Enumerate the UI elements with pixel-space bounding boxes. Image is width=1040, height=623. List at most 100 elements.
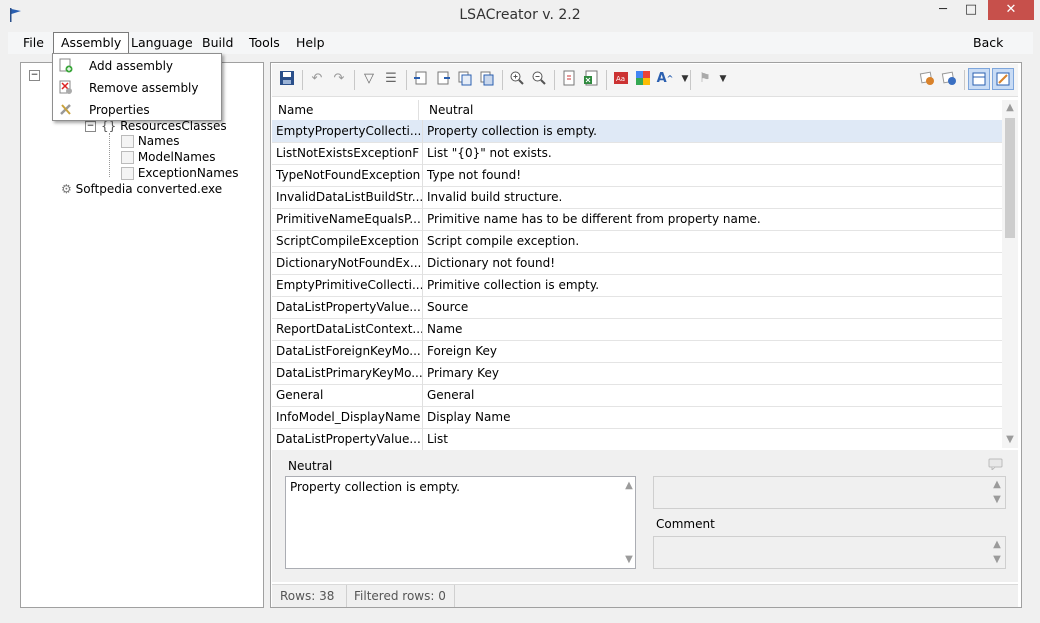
tree-node-label: Softpedia converted.exe [75, 182, 223, 196]
font-dictionary-icon[interactable]: Aa [612, 70, 630, 88]
translation-text-area[interactable] [653, 476, 1006, 509]
resource-file-icon [121, 135, 134, 148]
table-row[interactable]: InvalidDataListBuildStr... Invalid build … [272, 186, 1002, 209]
comment-icon[interactable] [988, 458, 1004, 472]
scroll-up-icon[interactable]: ▲ [1003, 102, 1017, 113]
tree-node-exceptionnames[interactable]: ExceptionNames [121, 165, 239, 181]
table-row[interactable]: TypeNotFoundException Type not found! [272, 164, 1002, 187]
filter-icon[interactable]: ▽ [360, 70, 378, 88]
resource-file-icon [121, 151, 134, 164]
table-row[interactable]: DictionaryNotFoundEx... Dictionary not fo… [272, 252, 1002, 275]
braces-icon: {} [101, 119, 117, 133]
tree-node-label: Names [137, 134, 180, 148]
toolbar: ↶ ↷ ▽ ☰ Aa A^ ▼ ⚑ ▼ [272, 64, 1018, 97]
menu-tools[interactable]: Tools [242, 32, 287, 54]
window-title: LSACreator v. 2.2 [459, 7, 581, 23]
scroll-down-icon[interactable]: ▼ [1003, 434, 1017, 445]
neutral-label: Neutral [288, 459, 333, 473]
remove-language-icon[interactable] [940, 70, 958, 88]
table-row[interactable]: ListNotExistsExceptionF List "{0}" not ex… [272, 142, 1002, 165]
import-icon[interactable] [560, 70, 578, 88]
append-row-icon[interactable] [434, 70, 452, 88]
minimize-button[interactable]: ─ [930, 0, 956, 20]
excel-export-icon[interactable] [582, 70, 600, 88]
menu-language[interactable]: Language [124, 32, 200, 54]
resource-grid[interactable]: Name Neutral EmptyPropertyCollecti... Pro… [272, 100, 1018, 450]
menu-item-remove-assembly[interactable]: Remove assembly [55, 77, 219, 99]
scrollbar-thumb[interactable] [1005, 118, 1015, 238]
add-assembly-icon [59, 58, 73, 73]
chevron-down-icon[interactable]: ▼ [676, 70, 694, 88]
table-row[interactable]: DataListPrimaryKeyMo... Primary Key [272, 362, 1002, 385]
assembly-dropdown-menu: Add assembly Remove assembly Properties [52, 53, 222, 121]
scroll-down-icon[interactable]: ▼ [990, 554, 1004, 565]
assembly-tree[interactable]: − − {} ResourcesClasses Names ModelNames… [20, 62, 264, 608]
rows-count: Rows: 38 [272, 585, 347, 607]
grid-header: Name Neutral [272, 100, 1002, 121]
filtered-rows-count: Filtered rows: 0 [346, 585, 455, 607]
redo-icon[interactable]: ↷ [330, 70, 348, 88]
view-grid-toggle[interactable] [968, 68, 990, 90]
scroll-up-icon[interactable]: ▲ [990, 479, 1004, 490]
close-button[interactable]: ✕ [988, 0, 1034, 20]
status-bar: Rows: 38 Filtered rows: 0 [272, 584, 1018, 607]
edit-panel-toggle[interactable] [992, 68, 1014, 90]
resource-file-icon [121, 167, 134, 180]
comment-label: Comment [656, 517, 715, 531]
remove-assembly-icon [59, 80, 73, 95]
tree-node-label: ExceptionNames [137, 166, 239, 180]
exe-gear-icon: ⚙ [61, 182, 72, 196]
menu-file[interactable]: File [16, 32, 51, 54]
neutral-text-area[interactable]: Property collection is empty. [285, 476, 636, 569]
menu-build[interactable]: Build [195, 32, 240, 54]
scroll-down-icon[interactable]: ▼ [990, 494, 1004, 505]
menu-assembly[interactable]: Assembly [53, 32, 130, 55]
add-language-icon[interactable] [918, 70, 936, 88]
table-row[interactable]: General General [272, 384, 1002, 407]
tree-expander-icon[interactable]: − [85, 121, 96, 132]
menu-item-properties[interactable]: Properties [55, 99, 219, 121]
comment-text-area[interactable] [653, 536, 1006, 569]
chevron-down-icon[interactable]: ▼ [714, 70, 732, 88]
scroll-up-icon[interactable]: ▲ [990, 539, 1004, 550]
font-size-icon[interactable]: A^ [656, 70, 674, 88]
menu-help[interactable]: Help [289, 32, 332, 54]
table-row[interactable]: InfoModel_DisplayName Display Name [272, 406, 1002, 429]
scroll-up-icon[interactable]: ▲ [622, 480, 636, 491]
tree-node-label: ResourcesClasses [120, 119, 227, 133]
table-row[interactable]: DataListPropertyValue... Source [272, 296, 1002, 319]
list-view-icon[interactable]: ☰ [382, 70, 400, 88]
zoom-out-icon[interactable] [530, 70, 548, 88]
tree-node-label: ModelNames [137, 150, 216, 164]
table-row[interactable]: EmptyPropertyCollecti... Property collect… [272, 120, 1002, 143]
maximize-button[interactable]: □ [958, 0, 984, 20]
table-row[interactable]: EmptyPrimitiveCollecti... Primitive colle… [272, 274, 1002, 297]
tree-expander-icon[interactable]: − [29, 70, 40, 81]
table-row[interactable]: DataListForeignKeyMo... Foreign Key [272, 340, 1002, 363]
google-translate-icon[interactable] [634, 70, 652, 88]
copy-icon[interactable] [456, 70, 474, 88]
svg-text:Aa: Aa [616, 75, 625, 83]
zoom-in-icon[interactable] [508, 70, 526, 88]
translation-editor: Neutral Property collection is empty. ▲ … [272, 450, 1018, 582]
insert-row-icon[interactable] [412, 70, 430, 88]
table-row[interactable]: PrimitiveNameEqualsP... Primitive name ha… [272, 208, 1002, 231]
tree-node-softpedia-exe[interactable]: ⚙ Softpedia converted.exe [61, 181, 222, 197]
back-button[interactable]: Back [966, 32, 1010, 54]
scroll-down-icon[interactable]: ▼ [622, 554, 636, 565]
flag-icon[interactable]: ⚑ [696, 70, 714, 88]
tree-node-names[interactable]: Names [121, 133, 179, 149]
table-row[interactable]: ReportDataListContext... Name [272, 318, 1002, 341]
save-icon[interactable] [278, 70, 296, 88]
tree-node-modelnames[interactable]: ModelNames [121, 149, 216, 165]
menu-bar: File Assembly Language Build Tools Help … [8, 32, 1033, 55]
table-row[interactable]: ScriptCompileException Script compile exc… [272, 230, 1002, 253]
grid-scrollbar[interactable]: ▲ ▼ [1002, 100, 1018, 448]
column-header-neutral[interactable]: Neutral [423, 100, 989, 120]
table-row[interactable]: DataListPropertyValue... List [272, 428, 1002, 450]
column-header-name[interactable]: Name [272, 100, 419, 120]
paste-icon[interactable] [478, 70, 496, 88]
undo-icon[interactable]: ↶ [308, 70, 326, 88]
menu-item-add-assembly[interactable]: Add assembly [55, 55, 219, 77]
properties-icon [59, 102, 73, 117]
